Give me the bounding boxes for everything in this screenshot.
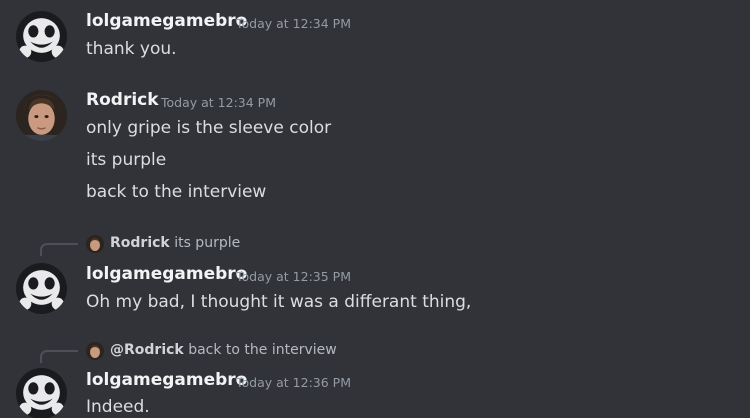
reply-preview[interactable]: Rodrick its purple	[110, 235, 240, 251]
rodrick-photo-avatar[interactable]	[16, 90, 67, 141]
reply-username[interactable]: Rodrick	[110, 235, 170, 251]
message-text: Indeed.	[86, 397, 150, 417]
message-text: Oh my bad, I thought it was a differant …	[86, 292, 472, 312]
message-username[interactable]: Rodrick	[86, 90, 159, 110]
message-username[interactable]: lolgamegamebro	[86, 370, 247, 390]
skull-mascot-avatar[interactable]	[16, 11, 67, 62]
reply-snippet[interactable]: back to the interview	[188, 342, 337, 358]
reply-snippet[interactable]: its purple	[174, 235, 240, 251]
message-timestamp: Today at 12:34 PM	[236, 16, 351, 31]
message-username[interactable]: lolgamegamebro	[86, 11, 247, 31]
skull-mascot-avatar[interactable]	[16, 263, 67, 314]
reply-connector	[40, 243, 78, 256]
reply-connector	[40, 350, 78, 363]
reply-username[interactable]: @Rodrick	[110, 342, 184, 358]
message-timestamp: Today at 12:34 PM	[161, 95, 276, 110]
chat-message-list: lolgamegamebro Today at 12:34 PM thank y…	[0, 0, 750, 418]
message-text: back to the interview	[86, 182, 267, 202]
skull-mascot-avatar[interactable]	[16, 368, 67, 418]
message-timestamp: Today at 12:35 PM	[236, 269, 351, 284]
rodrick-reply-avatar[interactable]	[86, 342, 104, 360]
message-username[interactable]: lolgamegamebro	[86, 264, 247, 284]
message-text: thank you.	[86, 39, 177, 59]
rodrick-reply-avatar[interactable]	[86, 235, 104, 253]
message-text: only gripe is the sleeve color	[86, 118, 332, 138]
message-timestamp: Today at 12:36 PM	[236, 375, 351, 390]
message-text: its purple	[86, 150, 167, 170]
reply-preview[interactable]: @Rodrick back to the interview	[110, 342, 337, 358]
